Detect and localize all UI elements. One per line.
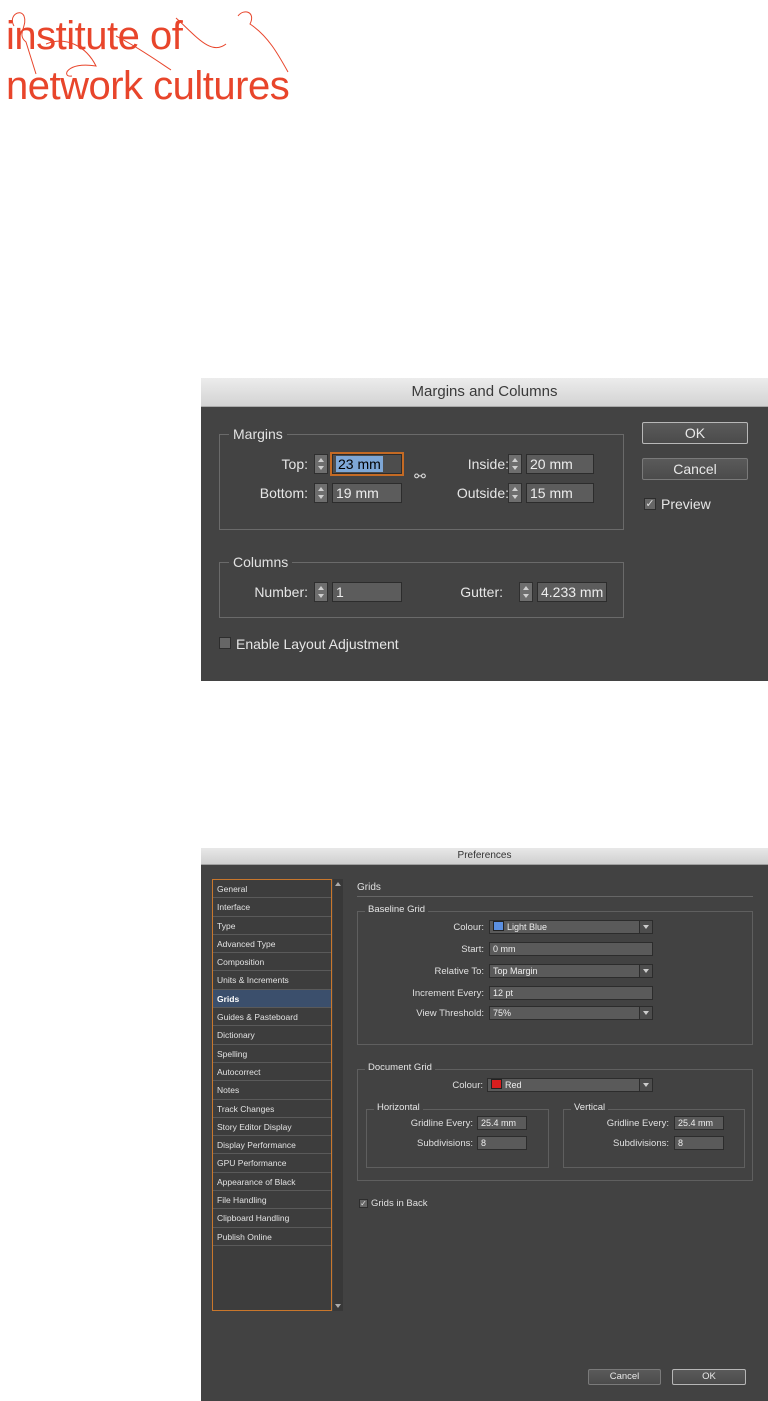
horizontal-subdiv-label: Subdivisions: (417, 1138, 473, 1149)
sidebar-item-clipboard-handling[interactable]: Clipboard Handling (213, 1209, 331, 1228)
dialog-title: Preferences (201, 848, 768, 865)
sidebar-item-notes[interactable]: Notes (213, 1081, 331, 1100)
relative-to-label: Relative To: (434, 966, 484, 977)
sidebar-item-track-changes[interactable]: Track Changes (213, 1100, 331, 1118)
baseline-colour-select[interactable]: Light Blue (489, 920, 653, 934)
sidebar-item-advanced-type[interactable]: Advanced Type (213, 935, 331, 954)
horizontal-label: Horizontal (374, 1102, 423, 1113)
relative-to-value: Top Margin (493, 966, 538, 976)
number-stepper[interactable] (314, 582, 328, 602)
horizontal-subdiv-input[interactable]: 8 (477, 1136, 527, 1150)
vertical-gridline-input[interactable]: 25.4 mm (674, 1116, 724, 1130)
bottom-label: Bottom: (259, 485, 308, 501)
enable-layout-checkbox[interactable] (219, 637, 231, 649)
sidebar-item-composition[interactable]: Composition (213, 953, 331, 972)
sidebar-item-dictionary[interactable]: Dictionary (213, 1026, 331, 1045)
horizontal-gridline-input[interactable]: 25.4 mm (477, 1116, 527, 1130)
dialog-title: Margins and Columns (201, 378, 768, 407)
top-stepper[interactable] (314, 454, 328, 474)
gutter-label: Gutter: (460, 584, 503, 600)
grids-in-back-label[interactable]: Grids in Back (371, 1198, 428, 1209)
sidebar-item-general[interactable]: General (213, 880, 331, 899)
view-threshold-label: View Threshold: (416, 1008, 484, 1019)
margins-group-label: Margins (229, 426, 287, 442)
baseline-colour-value: Light Blue (507, 922, 548, 932)
sidebar-item-publish-online[interactable]: Publish Online (213, 1228, 331, 1246)
logo-line-2: network cultures (6, 64, 290, 108)
light-blue-swatch (493, 921, 504, 931)
red-swatch (491, 1079, 502, 1089)
baseline-start-input[interactable]: 0 mm (489, 942, 653, 956)
preferences-sidebar: General Interface Type Advanced Type Com… (212, 879, 332, 1311)
relative-to-select[interactable]: Top Margin (489, 964, 653, 978)
bottom-input[interactable]: 19 mm (332, 483, 402, 503)
vertical-label: Vertical (571, 1102, 609, 1113)
grids-in-back-checkbox[interactable]: ✓ (359, 1199, 368, 1208)
sidebar-item-guides-pasteboard[interactable]: Guides & Pasteboard (213, 1008, 331, 1027)
inside-stepper[interactable] (508, 454, 522, 474)
sidebar-item-spelling[interactable]: Spelling (213, 1045, 331, 1063)
gutter-stepper[interactable] (519, 582, 533, 602)
view-threshold-value: 75% (493, 1008, 512, 1018)
increment-every-input[interactable]: 12 pt (489, 986, 653, 1000)
sidebar-item-grids[interactable]: Grids (213, 989, 331, 1009)
sidebar-scrollbar[interactable] (333, 879, 343, 1311)
sidebar-item-story-editor-display[interactable]: Story Editor Display (213, 1118, 331, 1137)
institute-logo: institute of network cultures (6, 6, 386, 110)
horizontal-gridline-label: Gridline Every: (410, 1118, 473, 1129)
baseline-grid-label: Baseline Grid (365, 904, 429, 915)
top-input-value: 23 mm (336, 456, 383, 472)
vertical-subdiv-input[interactable]: 8 (674, 1136, 724, 1150)
outside-stepper[interactable] (508, 483, 522, 503)
preferences-dialog: Preferences General Interface Type Advan… (201, 848, 768, 1401)
cancel-button[interactable]: Cancel (642, 458, 748, 480)
vertical-subdiv-label: Subdivisions: (613, 1138, 669, 1149)
chevron-down-icon (639, 921, 652, 933)
sidebar-item-display-performance[interactable]: Display Performance (213, 1136, 331, 1155)
sidebar-item-gpu-performance[interactable]: GPU Performance (213, 1154, 331, 1173)
section-title: Grids (357, 882, 381, 893)
top-input[interactable]: 23 mm (330, 452, 404, 476)
sidebar-item-type[interactable]: Type (213, 917, 331, 935)
gutter-input[interactable]: 4.233 mm (537, 582, 607, 602)
sidebar-item-interface[interactable]: Interface (213, 898, 331, 917)
section-divider (357, 896, 753, 897)
inside-input[interactable]: 20 mm (526, 454, 594, 474)
top-label: Top: (281, 456, 308, 472)
sidebar-item-appearance-of-black[interactable]: Appearance of Black (213, 1173, 331, 1192)
cancel-button[interactable]: Cancel (588, 1369, 661, 1385)
vertical-gridline-label: Gridline Every: (606, 1118, 669, 1129)
outside-label: Outside: (456, 485, 509, 501)
document-colour-select[interactable]: Red (487, 1078, 653, 1092)
chevron-down-icon (639, 965, 652, 977)
margins-columns-dialog: Margins and Columns Margins Top: 23 mm B… (201, 378, 768, 681)
increment-every-label: Increment Every: (412, 988, 484, 999)
preview-label[interactable]: Preview (661, 496, 711, 512)
view-threshold-select[interactable]: 75% (489, 1006, 653, 1020)
chevron-down-icon (639, 1007, 652, 1019)
inside-label: Inside: (467, 456, 509, 472)
number-input[interactable]: 1 (332, 582, 402, 602)
preview-checkbox[interactable]: ✓ (644, 498, 656, 510)
baseline-colour-label: Colour: (453, 922, 484, 933)
number-label: Number: (254, 584, 308, 600)
sidebar-item-autocorrect[interactable]: Autocorrect (213, 1063, 331, 1082)
baseline-start-label: Start: (461, 944, 484, 955)
chevron-down-icon (639, 1079, 652, 1091)
bottom-stepper[interactable] (314, 483, 328, 503)
ok-button[interactable]: OK (642, 422, 748, 444)
ok-button[interactable]: OK (672, 1369, 746, 1385)
document-colour-value: Red (505, 1080, 522, 1090)
chain-link-icon[interactable]: ⚯ (411, 467, 429, 485)
columns-group-label: Columns (229, 554, 293, 570)
sidebar-item-file-handling[interactable]: File Handling (213, 1191, 331, 1210)
document-colour-label: Colour: (452, 1080, 483, 1091)
document-grid-label: Document Grid (365, 1062, 435, 1073)
logo-line-1: institute of (6, 14, 183, 58)
sidebar-item-units-increments[interactable]: Units & Increments (213, 971, 331, 990)
outside-input[interactable]: 15 mm (526, 483, 594, 503)
enable-layout-label[interactable]: Enable Layout Adjustment (236, 636, 399, 652)
